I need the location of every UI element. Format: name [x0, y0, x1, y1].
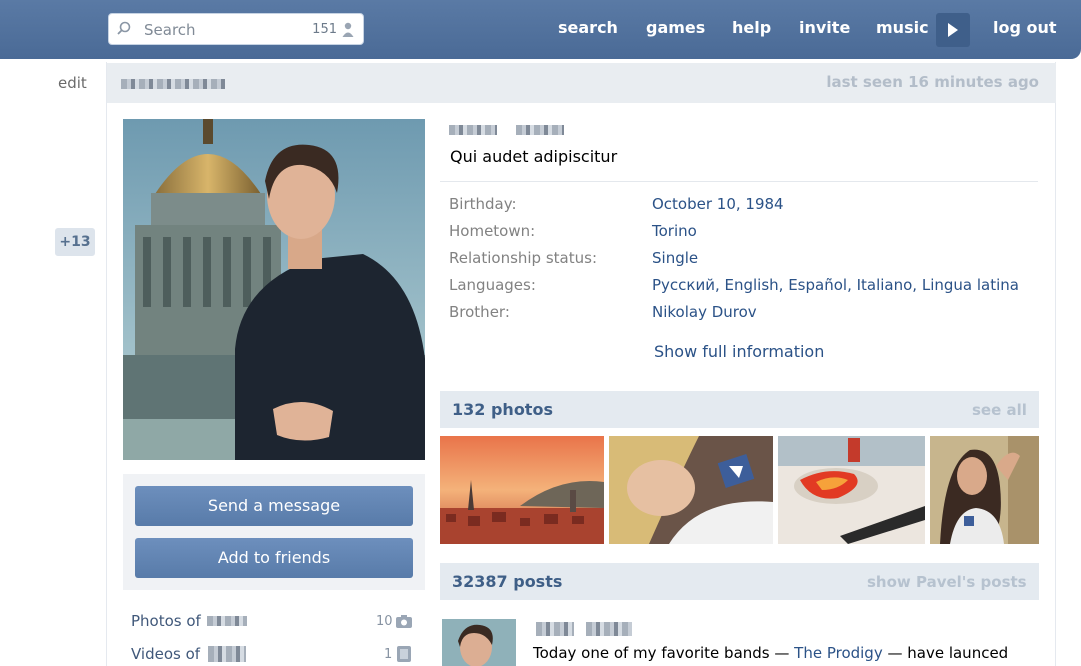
nav-search[interactable]: search [558, 18, 618, 37]
nav-music[interactable]: music [876, 18, 929, 37]
play-icon [948, 23, 958, 37]
post-link-band[interactable]: The Prodigy [794, 644, 883, 662]
post-text: Today one of my favorite bands — The Pro… [533, 644, 1008, 662]
profile-photo[interactable] [123, 119, 425, 460]
nav-log-out[interactable]: log out [993, 18, 1057, 37]
photos-of-count: 10 [376, 614, 393, 629]
nav-help[interactable]: help [732, 18, 771, 37]
info-label-relationship: Relationship status: [449, 249, 597, 267]
add-to-friends-button[interactable]: Add to friends [135, 538, 413, 578]
divider [440, 181, 1038, 182]
search-input[interactable]: Search 151 [108, 13, 364, 45]
blurred-name [208, 646, 246, 662]
photos-of-link[interactable]: Photos of [131, 612, 201, 630]
blurred-name [121, 79, 225, 89]
person-icon [342, 22, 354, 37]
show-user-posts-link[interactable]: show Pavel's posts [867, 573, 1027, 591]
photo-thumbnail[interactable] [778, 436, 925, 544]
info-value-birthday[interactable]: October 10, 1984 [652, 195, 784, 213]
photo-thumbnail[interactable] [440, 436, 604, 544]
blurred-author-name [586, 622, 632, 636]
info-value-relationship[interactable]: Single [652, 249, 698, 267]
photo-thumbnail[interactable] [930, 436, 1039, 544]
video-icon [397, 646, 411, 662]
blurred-name [207, 616, 247, 626]
info-label-birthday: Birthday: [449, 195, 517, 213]
info-label-hometown: Hometown: [449, 222, 536, 240]
photo-thumbnail[interactable] [609, 436, 773, 544]
nav-invite[interactable]: invite [799, 18, 850, 37]
info-value-languages[interactable]: Русский, English, Español, Italiano, Lin… [652, 276, 1019, 294]
left-menu [0, 59, 104, 666]
posts-count-title[interactable]: 32387 posts [452, 572, 562, 591]
post-author-avatar[interactable] [442, 619, 516, 666]
blurred-author-name [536, 622, 574, 636]
videos-of-link[interactable]: Videos of [131, 645, 200, 663]
send-message-button[interactable]: Send a message [135, 486, 413, 526]
search-placeholder: Search [144, 21, 196, 39]
nav-games[interactable]: games [646, 18, 705, 37]
blurred-last-name [516, 125, 564, 135]
blurred-first-name [449, 125, 497, 135]
edit-link[interactable]: edit [58, 74, 87, 92]
counter-badge[interactable]: +13 [55, 228, 95, 256]
post-text-start: Today one of my favorite bands — [533, 644, 795, 662]
see-all-photos-link[interactable]: see all [972, 401, 1027, 419]
photos-count-title[interactable]: 132 photos [452, 400, 553, 419]
post-text-end: — have launced [882, 644, 1009, 662]
search-count: 151 [312, 22, 337, 37]
status-text: Qui audet adipiscitur [450, 147, 618, 166]
music-play-button[interactable] [936, 13, 970, 47]
info-value-hometown[interactable]: Torino [652, 222, 697, 240]
info-value-brother[interactable]: Nikolay Durov [652, 303, 757, 321]
show-full-info-link[interactable]: Show full information [654, 342, 824, 361]
videos-of-count: 1 [384, 647, 393, 662]
info-label-brother: Brother: [449, 303, 510, 321]
camera-icon [396, 615, 412, 628]
search-icon [117, 21, 131, 35]
info-label-languages: Languages: [449, 276, 536, 294]
last-seen-status: last seen 16 minutes ago [826, 73, 1039, 91]
